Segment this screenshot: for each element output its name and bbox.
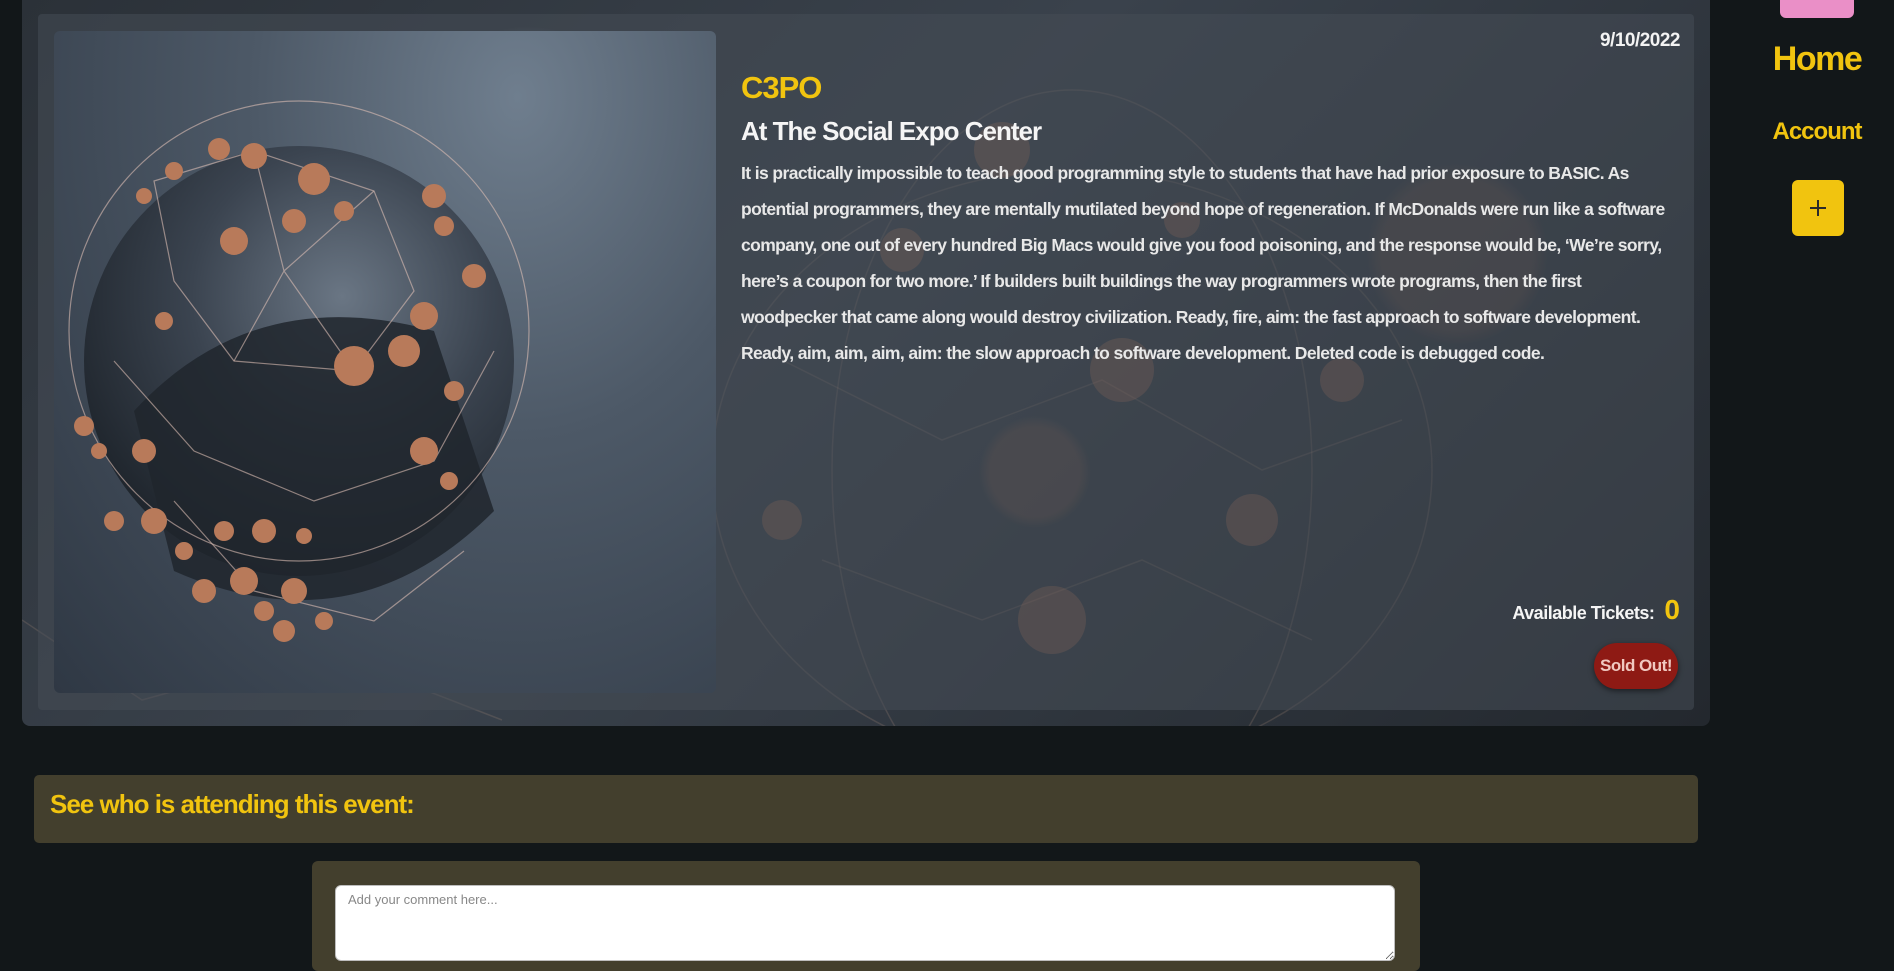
sold-out-badge: Sold Out! bbox=[1594, 643, 1678, 689]
event-description: It is practically impossible to teach go… bbox=[741, 163, 1665, 363]
event-venue: At The Social Expo Center bbox=[741, 116, 1042, 146]
sphere-illustration bbox=[68, 100, 530, 642]
nav-home-link[interactable]: Home bbox=[1760, 40, 1874, 79]
attendees-title: See who is attending this event: bbox=[50, 789, 415, 819]
add-event-button[interactable] bbox=[1792, 180, 1844, 236]
comment-input[interactable] bbox=[335, 885, 1395, 961]
attendees-section: See who is attending this event: bbox=[34, 775, 1698, 843]
event-date: 9/10/2022 bbox=[1599, 30, 1681, 51]
event-card: 9/10/2022 C3PO At The Social Expo Center… bbox=[22, 0, 1710, 726]
comment-panel bbox=[312, 861, 1420, 971]
plus-icon bbox=[1810, 200, 1826, 216]
event-image bbox=[54, 31, 716, 693]
available-tickets: Available Tickets: 0 bbox=[1512, 594, 1680, 626]
nav-account-link[interactable]: Account bbox=[1760, 118, 1874, 146]
tickets-count: 0 bbox=[1664, 594, 1680, 625]
event-title: C3PO bbox=[741, 70, 822, 105]
nav-top-button[interactable] bbox=[1780, 0, 1854, 18]
tickets-label: Available Tickets: bbox=[1512, 603, 1655, 623]
